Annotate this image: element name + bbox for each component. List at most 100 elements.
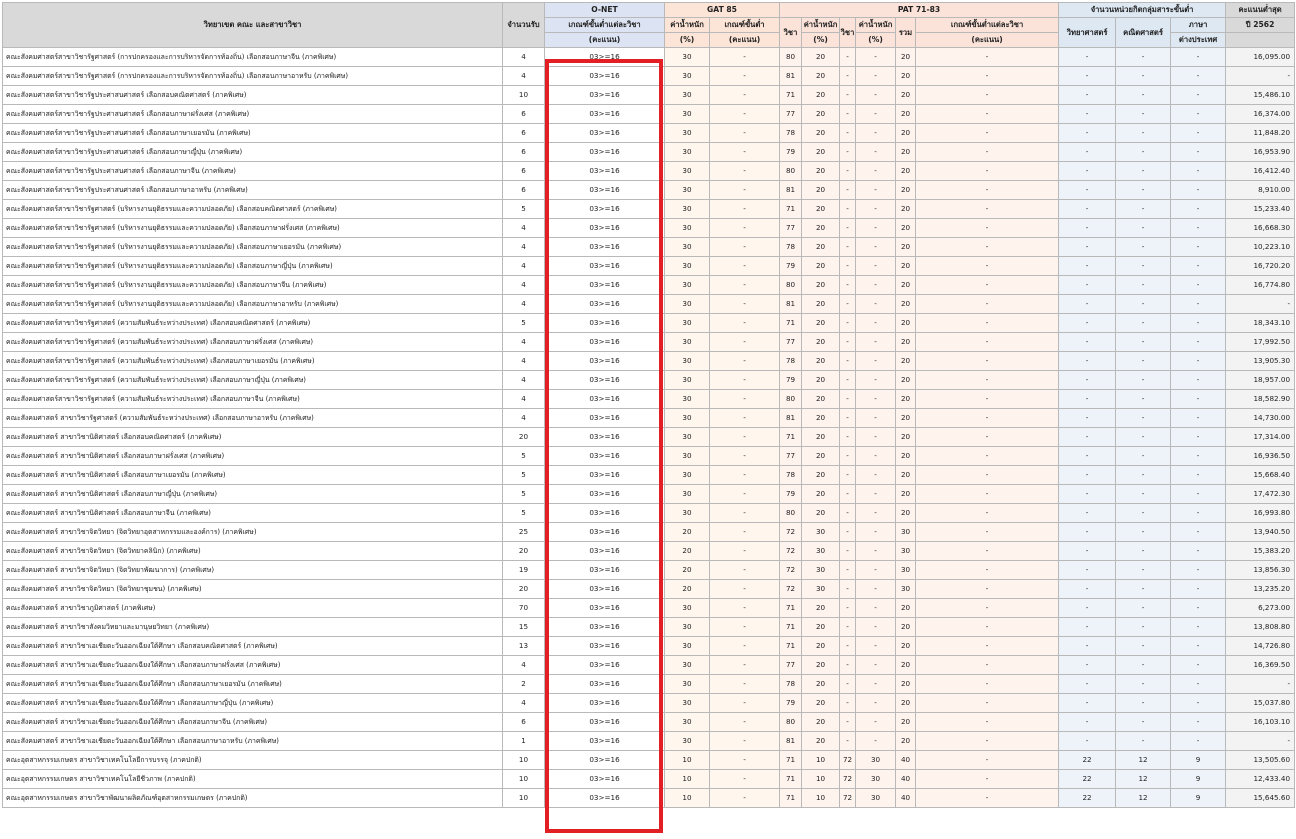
onet-min-cell: 03>=16 [544, 750, 665, 770]
onet-min-cell: 03>=16 [544, 275, 665, 295]
pat-weight2-cell: - [855, 693, 897, 713]
onet-min-cell: 03>=16 [544, 104, 665, 124]
pat-weight2-cell: - [855, 85, 897, 105]
pat-min-cell: - [915, 788, 1060, 808]
credits-math-cell: - [1115, 484, 1172, 504]
gat-min-cell: - [708, 199, 781, 219]
pat-weight2-cell: - [855, 199, 897, 219]
table-row: คณะสังคมศาสตร์สาขาวิชารัฐประศาสนศาสตร์ เ… [2, 161, 1296, 181]
credits-lang-cell: - [1170, 332, 1227, 352]
table-row: คณะสังคมศาสตร์สาขาวิชารัฐศาสตร์ (ความสัม… [2, 370, 1296, 390]
gat-weight-cell: 20 [664, 541, 710, 561]
pat-weight2-cell: - [855, 313, 897, 333]
pat-total-cell: 20 [895, 427, 917, 447]
gat-weight-cell: 30 [664, 484, 710, 504]
credits-sci-cell: - [1058, 294, 1117, 314]
table-row: คณะสังคมศาสตร์สาขาวิชารัฐศาสตร์ (บริหารง… [2, 256, 1296, 276]
program-cell: คณะสังคมศาสตร์สาขาวิชารัฐประศาสนศาสตร์ เ… [2, 123, 503, 143]
pat-subject2-cell: - [839, 275, 857, 295]
gat-weight-cell: 30 [664, 617, 710, 637]
pat-weight2-cell: - [855, 579, 897, 599]
max-score-cell: 13,235.20 [1225, 579, 1296, 599]
gat-weight-cell: 30 [664, 446, 710, 466]
max-score-cell: 16,374.00 [1225, 104, 1296, 124]
credits-math-cell: - [1115, 389, 1172, 409]
header-gat: GAT 85 [663, 2, 781, 18]
pat-subject1-cell: 80 [779, 161, 803, 181]
pat-total-cell: 20 [895, 503, 917, 523]
pat-min-cell: - [915, 655, 1060, 675]
max-score-cell: 16,412.40 [1225, 161, 1296, 181]
gat-min-cell: - [708, 465, 781, 485]
pat-subject2-cell: - [839, 427, 857, 447]
onet-min-cell: 03>=16 [544, 237, 665, 257]
gat-min-cell: - [708, 66, 781, 86]
gat-weight-cell: 30 [664, 503, 710, 523]
credits-sci-cell: - [1058, 446, 1117, 466]
program-cell: คณะสังคมศาสตร์ สาขาวิชาจิตวิทยา (จิตวิทย… [2, 541, 503, 561]
pat-subject2-cell: - [839, 541, 857, 561]
credits-lang-cell: - [1170, 66, 1227, 86]
seats-cell: 6 [502, 712, 545, 732]
onet-min-cell: 03>=16 [544, 636, 665, 656]
pat-total-cell: 20 [895, 370, 917, 390]
gat-weight-cell: 30 [664, 370, 710, 390]
gat-weight-cell: 30 [664, 408, 710, 428]
credits-lang-cell: - [1170, 237, 1227, 257]
credits-sci-cell: - [1058, 142, 1117, 162]
gat-weight-cell: 30 [664, 47, 710, 67]
pat-total-cell: 20 [895, 66, 917, 86]
gat-weight-cell: 30 [664, 237, 710, 257]
pat-subject1-cell: 79 [779, 256, 803, 276]
pat-weight2-cell: - [855, 370, 897, 390]
gat-weight-cell: 30 [664, 332, 710, 352]
pat-weight1-cell: 20 [801, 313, 841, 333]
credits-math-cell: - [1115, 180, 1172, 200]
program-cell: คณะสังคมศาสตร์สาขาวิชารัฐศาสตร์ (บริหารง… [2, 256, 503, 276]
credits-lang-cell: - [1170, 389, 1227, 409]
pat-min-cell: - [915, 636, 1060, 656]
gat-min-cell: - [708, 408, 781, 428]
pat-total-cell: 20 [895, 408, 917, 428]
table-row: คณะสังคมศาสตร์ สาขาวิชานิติศาสตร์ เลือกส… [2, 427, 1296, 447]
program-cell: คณะสังคมศาสตร์ สาขาวิชานิติศาสตร์ เลือกส… [2, 503, 503, 523]
gat-min-cell: - [708, 351, 781, 371]
table-row: คณะสังคมศาสตร์สาขาวิชารัฐศาสตร์ (ความสัม… [2, 389, 1296, 409]
pat-subject1-cell: 71 [779, 598, 803, 618]
header-gat-min-unit: (คะแนน) [708, 32, 781, 48]
pat-total-cell: 20 [895, 313, 917, 333]
pat-subject1-cell: 77 [779, 104, 803, 124]
credits-sci-cell: - [1058, 370, 1117, 390]
seats-cell: 13 [502, 636, 545, 656]
table-row: คณะสังคมศาสตร์สาขาวิชารัฐศาสตร์ (บริหารง… [2, 199, 1296, 219]
pat-subject1-cell: 71 [779, 617, 803, 637]
credits-lang-cell: - [1170, 351, 1227, 371]
pat-weight1-cell: 10 [801, 750, 841, 770]
table-row: คณะสังคมศาสตร์ สาขาวิชานิติศาสตร์ เลือกส… [2, 465, 1296, 485]
pat-min-cell: - [915, 712, 1060, 732]
pat-subject2-cell: - [839, 332, 857, 352]
pat-weight1-cell: 20 [801, 636, 841, 656]
pat-total-cell: 20 [895, 180, 917, 200]
credits-lang-cell: - [1170, 484, 1227, 504]
pat-total-cell: 20 [895, 465, 917, 485]
pat-weight2-cell: - [855, 484, 897, 504]
credits-lang-cell: - [1170, 256, 1227, 276]
credits-lang-cell: - [1170, 123, 1227, 143]
credits-math-cell: - [1115, 47, 1172, 67]
pat-subject2-cell: 72 [839, 750, 857, 770]
pat-weight1-cell: 10 [801, 769, 841, 789]
max-score-cell: 16,668.30 [1225, 218, 1296, 238]
pat-weight2-cell: - [855, 560, 897, 580]
table-row: คณะสังคมศาสตร์สาขาวิชารัฐศาสตร์ (บริหารง… [2, 294, 1296, 314]
credits-sci-cell: - [1058, 85, 1117, 105]
credits-lang-cell: - [1170, 180, 1227, 200]
credits-sci-cell: - [1058, 503, 1117, 523]
header-onet-min-unit: (คะแนน) [544, 32, 665, 48]
credits-sci-cell: 22 [1058, 788, 1117, 808]
pat-weight1-cell: 20 [801, 256, 841, 276]
pat-min-cell: - [915, 484, 1060, 504]
table-row: คณะสังคมศาสตร์สาขาวิชารัฐศาสตร์ (ความสัม… [2, 332, 1296, 352]
header-pat-total: รวม [895, 17, 917, 48]
onet-min-cell: 03>=16 [544, 769, 665, 789]
